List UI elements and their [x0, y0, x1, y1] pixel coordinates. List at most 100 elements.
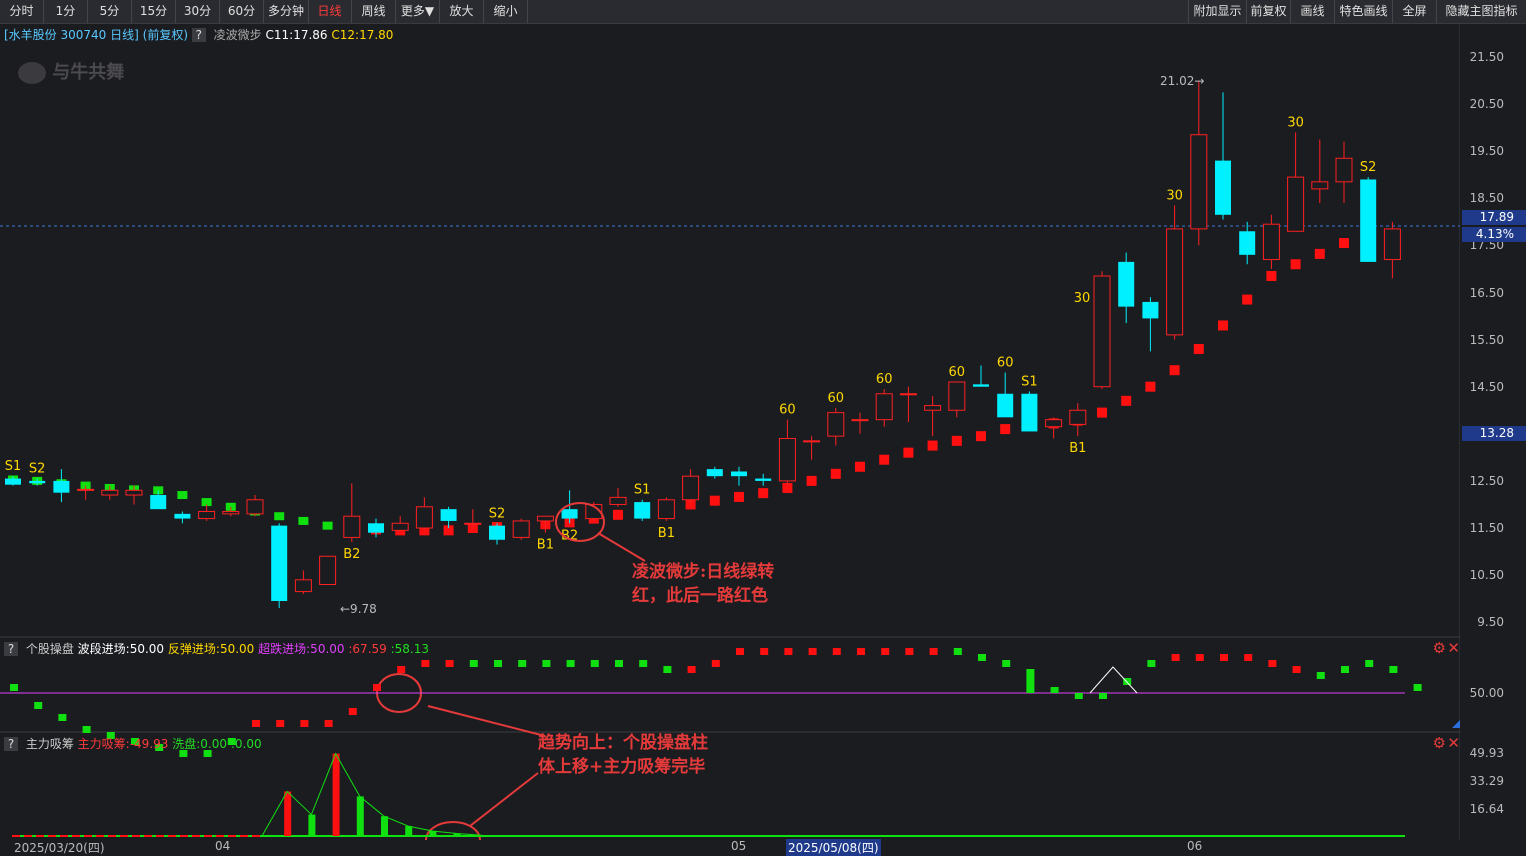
signal-label-6: S1	[634, 483, 651, 498]
panel1-bar-22	[542, 660, 551, 667]
wave-block-49	[1193, 344, 1204, 355]
panel1-bar-53	[1292, 666, 1301, 673]
panel1-bar-35	[857, 648, 865, 655]
wave-block-40	[976, 431, 986, 442]
panel1-bar-52	[1268, 660, 1277, 667]
panel1-bar-39	[953, 648, 962, 655]
candle-body-29	[706, 469, 723, 477]
signal-label-17: 30	[1287, 115, 1304, 130]
candle-body-18	[440, 509, 457, 521]
panel1-bar-18	[445, 660, 454, 667]
panel1-bar-37	[905, 648, 914, 655]
date-cursor: 2025/05/08(四)	[786, 839, 881, 856]
panel1-bar-40	[978, 654, 986, 661]
panel2-help-icon[interactable]: ?	[4, 737, 18, 751]
panel1-bar-33	[808, 648, 817, 655]
wave-block-29	[709, 495, 720, 506]
panel1-bar-15	[373, 684, 381, 691]
signal-label-7: B1	[658, 526, 675, 541]
panel1-axis: 50.00	[1469, 686, 1504, 700]
panel1-bar-3	[82, 726, 91, 733]
candle-body-37	[899, 393, 917, 396]
panel1-bar-34	[832, 648, 841, 655]
panel1-bar-27	[663, 666, 672, 673]
candle-body-4	[101, 489, 119, 496]
candle-body-12	[294, 579, 312, 593]
panel2-l1: 主力吸筹:-49.93	[77, 737, 169, 751]
candle-body-1	[29, 480, 46, 484]
candle-body-57	[1383, 228, 1401, 261]
signal-label-4: B1	[537, 538, 554, 553]
candle-body-20	[489, 525, 505, 540]
price-axis-label-10: 11.50	[1469, 521, 1504, 535]
panel2-line	[261, 752, 482, 837]
signal-label-15: 30	[1074, 291, 1091, 306]
candle-body-56	[1360, 179, 1377, 262]
panel1-title: 个股操盘	[25, 642, 74, 656]
wave-block-50	[1218, 320, 1228, 331]
pointer-line-3	[469, 772, 539, 827]
candle-body-9	[222, 511, 240, 515]
panel1-bar-50	[1220, 654, 1228, 661]
candle-body-22	[536, 515, 554, 522]
signal-label-1: S2	[29, 462, 46, 477]
candle-body-15	[368, 523, 384, 533]
wave-block-36	[879, 454, 890, 465]
date-may: 05	[731, 839, 747, 853]
panel1-bar-19	[469, 660, 478, 667]
wave-block-33	[806, 475, 817, 486]
panel1-bar-56	[1365, 660, 1374, 667]
panel2-bar-2	[332, 753, 340, 836]
panel1-bar-14	[348, 708, 357, 715]
wave-block-41	[1000, 424, 1011, 435]
kline-chart[interactable]: 21.02→←9.78S1 S2B2S2B1B2S1B1606060 6060S1B…	[0, 0, 1460, 840]
panel1-bar-1	[34, 702, 43, 709]
annotation-2-line1: 趋势向上：个股操盘柱	[538, 733, 708, 753]
panel1-bar-31	[760, 648, 769, 655]
panel1-l1: 波段进场:50.00	[77, 642, 165, 656]
candle-body-45	[1093, 275, 1111, 388]
wave-block-13	[322, 521, 333, 530]
candle-body-44	[1069, 409, 1087, 425]
panel1-bar-48	[1171, 654, 1180, 661]
wave-block-52	[1266, 271, 1277, 282]
candle-body-10	[246, 499, 264, 515]
panel1-bar-44	[1074, 693, 1083, 699]
candle-body-48	[1166, 228, 1184, 336]
candle-body-2	[53, 480, 70, 493]
candle-body-5	[125, 489, 143, 496]
panel1-help-icon[interactable]: ?	[4, 642, 18, 656]
candle-body-43	[1045, 419, 1063, 428]
candle-body-31	[755, 478, 772, 481]
panel2-axis-1: 33.29	[1469, 774, 1504, 788]
date-start: 2025/03/20(四)	[14, 841, 105, 855]
panel1-bar-30	[736, 648, 744, 655]
panel1-bar-10	[252, 720, 260, 727]
candle-body-52	[1262, 223, 1280, 261]
panel1-bar-45	[1099, 693, 1107, 699]
panel1-bar-41	[1002, 660, 1011, 667]
wave-block-53	[1290, 259, 1301, 270]
candle-body-8	[198, 511, 216, 520]
panel1-bar-28	[687, 666, 696, 673]
candle-body-26	[634, 502, 651, 519]
candle-body-38	[924, 405, 942, 411]
panel1-v2: :58.13	[390, 642, 430, 656]
candle-body-11	[271, 525, 288, 602]
panel1-bar-51	[1244, 654, 1253, 661]
panel-resize-icon	[1452, 720, 1460, 728]
high-mark-text: 21.02→	[1160, 74, 1204, 88]
wave-block-25	[613, 509, 623, 520]
current-price-tag: 17.89	[1462, 210, 1526, 225]
candle-body-50	[1215, 160, 1231, 215]
panel1-bar-20	[494, 660, 502, 667]
panel1-gear-icon[interactable]: ⚙	[1433, 639, 1446, 657]
panel1-l3: 超跌进场:50.00	[258, 642, 345, 656]
candle-body-16	[391, 522, 409, 531]
panel2-close-icon[interactable]: ✕	[1447, 734, 1460, 752]
wave-block-31	[758, 488, 769, 499]
wave-block-55	[1339, 238, 1349, 249]
candle-body-40	[973, 384, 989, 387]
panel1-close-icon[interactable]: ✕	[1447, 639, 1460, 657]
panel2-gear-icon[interactable]: ⚙	[1433, 734, 1446, 752]
